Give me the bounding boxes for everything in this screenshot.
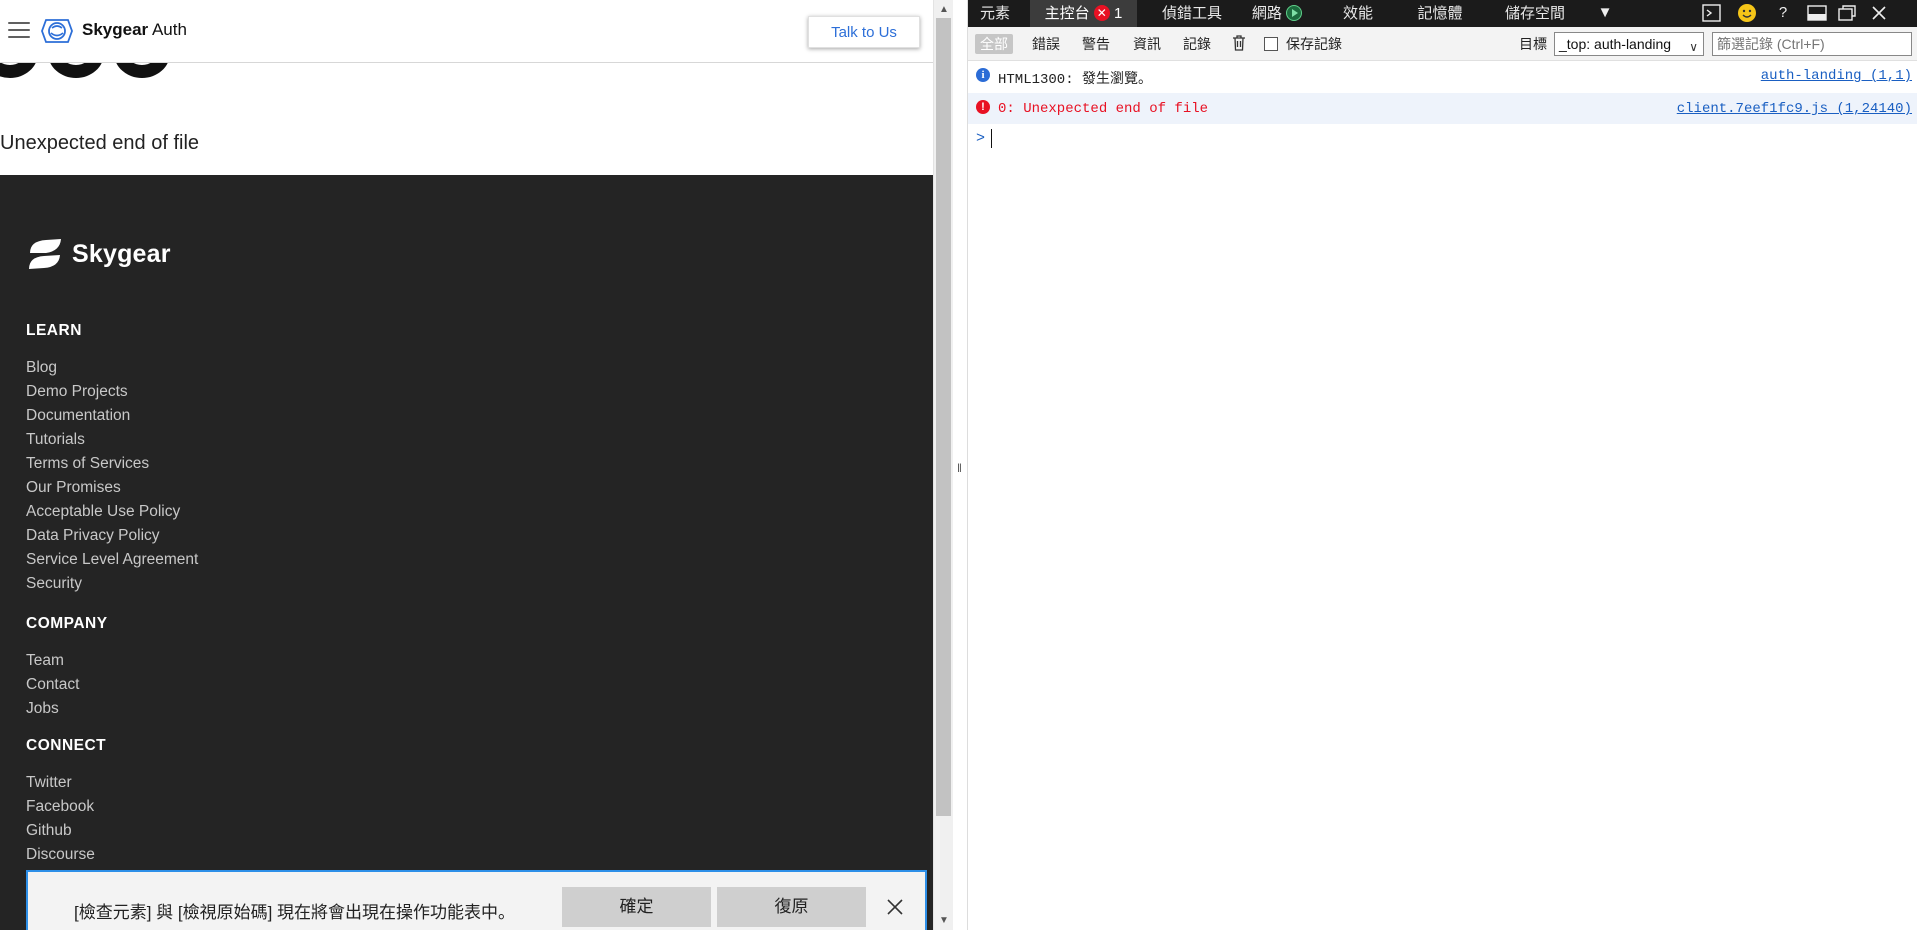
footer-link-team[interactable]: Team <box>26 652 64 670</box>
scroll-down-arrow-icon[interactable]: ▼ <box>939 915 949 926</box>
console-source-link[interactable]: client.7eef1fc9.js (1,24140) <box>1677 101 1912 117</box>
revert-button[interactable]: 復原 <box>717 887 866 927</box>
footer-logo-text: Skygear <box>72 239 171 268</box>
undock-icon[interactable] <box>1836 3 1858 23</box>
hamburger-menu-icon[interactable] <box>8 22 30 40</box>
console-message-text: 0: Unexpected end of file <box>998 101 1209 117</box>
brand-name[interactable]: Skygear Auth <box>82 20 187 40</box>
tab-elements[interactable]: 元素 <box>968 0 1022 27</box>
console-input-caret[interactable] <box>991 129 992 148</box>
error-message: Unexpected end of file <box>0 132 200 154</box>
tab-memory[interactable]: 記憶體 <box>1408 0 1472 27</box>
splitter-grip-icon[interactable]: ‖ <box>957 461 962 475</box>
clear-console-trash-icon[interactable] <box>1232 34 1246 52</box>
skygear-leaf-icon <box>29 239 61 269</box>
footer-link-sla[interactable]: Service Level Agreement <box>26 551 198 569</box>
page-scrollbar[interactable]: ▲ ▼ <box>933 0 953 930</box>
console-source-link[interactable]: auth-landing (1,1) <box>1761 68 1912 84</box>
more-tabs-chevron-icon[interactable]: ▼ <box>1594 3 1616 23</box>
devtools-tab-bar: 元素 主控台 ✕ 1 偵錯工具 網路 效能 記憶體 儲存空間 ▼ ? <box>968 0 1917 27</box>
error-badge-icon: ✕ <box>1093 4 1110 21</box>
notification-message: [檢查元素] 與 [檢視原始碼] 現在將會出現在操作功能表中。 <box>74 903 516 922</box>
console-message-text: HTML1300: 發生瀏覽。 <box>998 72 1153 88</box>
tab-network-label: 網路 <box>1251 5 1282 22</box>
tab-console-label: 主控台 <box>1044 5 1090 22</box>
pane-splitter[interactable]: ‖ <box>953 0 968 930</box>
console-message-error[interactable]: ! 0: Unexpected end of file client.7eef1… <box>968 93 1917 124</box>
console-message-info[interactable]: i HTML1300: 發生瀏覽。 auth-landing (1,1) <box>968 63 1917 91</box>
info-icon: i <box>976 68 990 82</box>
skygear-auth-logo-icon[interactable] <box>38 14 76 48</box>
footer-link-jobs[interactable]: Jobs <box>26 700 59 718</box>
close-devtools-icon[interactable] <box>1868 3 1890 23</box>
footer-logo[interactable]: Skygear <box>26 237 171 271</box>
footer-section-learn-title: LEARN <box>26 322 82 339</box>
footer-link-twitter[interactable]: Twitter <box>26 774 72 792</box>
target-select[interactable]: _top: auth-landing ∨ <box>1554 32 1704 56</box>
console-drawer-icon[interactable] <box>1701 3 1723 23</box>
footer-link-github[interactable]: Github <box>26 822 72 840</box>
help-icon[interactable]: ? <box>1772 3 1794 23</box>
dock-bottom-icon[interactable] <box>1806 3 1828 23</box>
notification-bar: [檢查元素] 與 [檢視原始碼] 現在將會出現在操作功能表中。 確定 復原 <box>26 870 927 930</box>
filter-logs-input[interactable] <box>1712 32 1912 56</box>
footer-link-demo-projects[interactable]: Demo Projects <box>26 383 128 401</box>
footer-link-blog[interactable]: Blog <box>26 359 57 377</box>
scrollbar-thumb[interactable] <box>936 18 951 816</box>
footer-link-privacy[interactable]: Data Privacy Policy <box>26 527 160 545</box>
talk-to-us-button[interactable]: Talk to Us <box>808 16 920 48</box>
close-icon[interactable] <box>886 898 904 916</box>
filter-warnings[interactable]: 警告 <box>1077 34 1115 54</box>
site-footer: Skygear LEARN Blog Demo Projects Documen… <box>0 175 933 930</box>
feedback-smiley-icon[interactable] <box>1736 3 1758 23</box>
target-label: 目標 <box>1519 36 1547 52</box>
footer-link-acceptable-use[interactable]: Acceptable Use Policy <box>26 503 180 521</box>
tab-storage[interactable]: 儲存空間 <box>1494 0 1576 27</box>
website-viewport: Skygear Auth Talk to Us Unexpected end o… <box>0 0 933 930</box>
filter-info[interactable]: 資訊 <box>1128 34 1166 54</box>
footer-link-discourse[interactable]: Discourse <box>26 846 95 864</box>
error-icon: ! <box>976 100 990 114</box>
tab-network[interactable]: 網路 <box>1246 0 1308 27</box>
filter-logs[interactable]: 記錄 <box>1178 34 1216 54</box>
footer-link-documentation[interactable]: Documentation <box>26 407 130 425</box>
footer-section-connect-title: CONNECT <box>26 737 107 754</box>
site-header: Skygear Auth Talk to Us <box>0 0 933 63</box>
filter-all[interactable]: 全部 <box>975 34 1013 54</box>
tab-debugger[interactable]: 偵錯工具 <box>1153 0 1231 27</box>
error-count: 1 <box>1114 5 1123 22</box>
footer-link-facebook[interactable]: Facebook <box>26 798 94 816</box>
console-prompt-chevron-icon: > <box>976 130 986 147</box>
footer-link-promises[interactable]: Our Promises <box>26 479 121 497</box>
devtools-panel: 元素 主控台 ✕ 1 偵錯工具 網路 效能 記憶體 儲存空間 ▼ ? 全部 錯誤… <box>968 0 1917 930</box>
preserve-log-label[interactable]: 保存記錄 <box>1286 34 1342 54</box>
footer-link-security[interactable]: Security <box>26 575 82 593</box>
tab-performance[interactable]: 效能 <box>1334 0 1382 27</box>
footer-link-terms[interactable]: Terms of Services <box>26 455 149 473</box>
play-icon <box>1286 4 1303 21</box>
target-select-value: _top: auth-landing <box>1559 36 1672 52</box>
footer-link-tutorials[interactable]: Tutorials <box>26 431 85 449</box>
filter-errors[interactable]: 錯誤 <box>1027 34 1065 54</box>
chevron-down-icon: ∨ <box>1689 40 1698 54</box>
ok-button[interactable]: 確定 <box>562 887 711 927</box>
scroll-up-arrow-icon[interactable]: ▲ <box>939 4 949 15</box>
console-toolbar: 全部 錯誤 警告 資訊 記錄 保存記錄 目標 _top: auth-landin… <box>968 27 1917 61</box>
footer-section-company-title: COMPANY <box>26 615 108 632</box>
tab-console[interactable]: 主控台 ✕ 1 <box>1030 0 1137 27</box>
preserve-log-checkbox[interactable] <box>1264 37 1278 51</box>
footer-link-contact[interactable]: Contact <box>26 676 79 694</box>
